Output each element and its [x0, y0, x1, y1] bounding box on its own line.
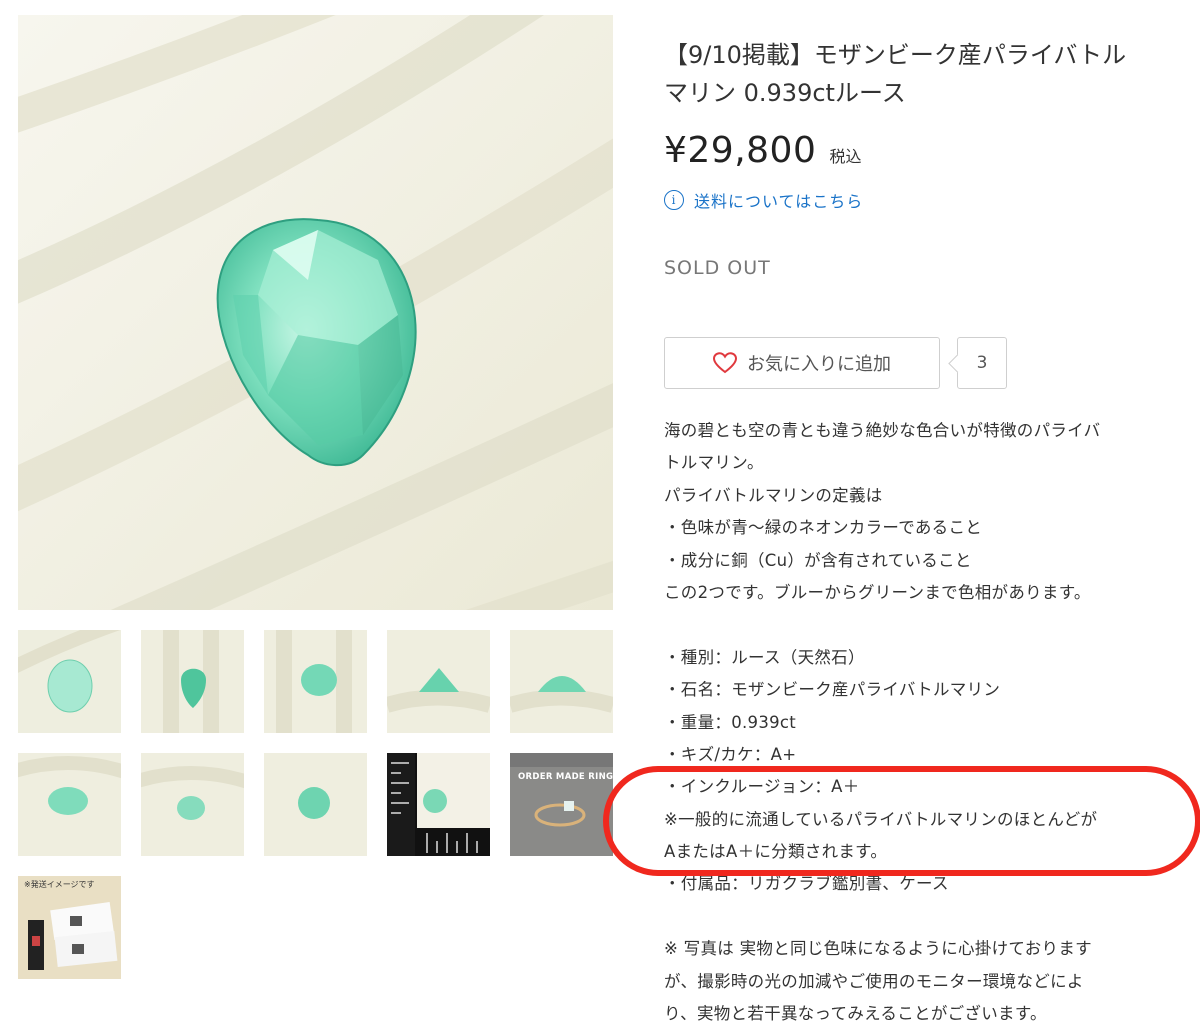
description-line: ・色味が青～緑のネオンカラーであること — [664, 518, 983, 538]
description-line: AまたはA＋に分類されます。 — [664, 842, 888, 862]
thumbnail-shipping[interactable]: ※発送イメージです — [18, 876, 121, 979]
description-line: ※一般的に流通しているパライバトルマリンのほとんどが — [664, 809, 1098, 829]
thumbnail-ring[interactable]: ORDER MADE RING — [510, 753, 613, 856]
description-line: り、実物と若干異なってみえることがございます。 — [664, 1004, 1047, 1024]
description-line: ・種別：ルース（天然石） — [664, 647, 865, 667]
thumbnail-7[interactable] — [141, 753, 244, 856]
thumbnail-2[interactable] — [141, 630, 244, 733]
shipping-link-text: 送料についてはこちら — [694, 192, 864, 211]
favorites-count-value: 3 — [976, 353, 988, 373]
description-line — [664, 901, 1184, 933]
info-icon: i — [664, 190, 684, 210]
product-description: 海の碧とも空の青とも違う絶妙な色合いが特徴のパライバ トルマリン。 パライバトル… — [664, 415, 1184, 1030]
thumbnail-8[interactable] — [264, 753, 367, 856]
thumbnail-4[interactable] — [387, 630, 490, 733]
sold-out-status: SOLD OUT — [664, 257, 771, 279]
product-price: ¥29,800 — [664, 130, 817, 171]
thumbnail-ring-caption: ORDER MADE RING — [518, 772, 613, 782]
add-to-favorites-label: お気に入りに追加 — [747, 354, 891, 375]
price-row: ¥29,800 税込 — [664, 130, 861, 171]
description-line: ・石名：モザンビーク産パライバトルマリン — [664, 680, 1001, 700]
description-line: この2つです。ブルーからグリーンまで色相があります。 — [664, 582, 1091, 602]
description-line: ・重量：0.939ct — [664, 712, 797, 732]
thumbnail-shipping-caption: ※発送イメージです — [24, 880, 95, 889]
thumbnail-scale[interactable] — [387, 753, 490, 856]
description-line: トルマリン。 — [664, 453, 764, 473]
description-line: ・キズ/カケ：A+ — [664, 744, 797, 764]
description-line: 海の碧とも空の青とも違う絶妙な色合いが特徴のパライバ — [664, 421, 1101, 440]
add-to-favorites-button[interactable]: お気に入りに追加 — [664, 337, 940, 389]
description-line: ・付属品：リガクラブ鑑別書、ケース — [664, 874, 949, 894]
description-line: ※ 写真は 実物と同じ色味になるように心掛けております — [664, 939, 1092, 959]
shipping-info-link[interactable]: i 送料についてはこちら — [664, 188, 863, 212]
description-line: ・成分に銅（Cu）が含有されていること — [664, 550, 972, 570]
main-product-image[interactable] — [18, 15, 613, 610]
heart-icon — [713, 352, 737, 374]
description-line: パライバトルマリンの定義は — [664, 485, 883, 505]
product-title: 【9/10掲載】モザンビーク産パライバトルマリン 0.939ctルース — [664, 41, 1127, 107]
thumbnail-3[interactable] — [264, 630, 367, 733]
thumbnail-1[interactable] — [18, 630, 121, 733]
thumbnail-5[interactable] — [510, 630, 613, 733]
favorites-count: 3 — [957, 337, 1007, 389]
thumbnail-6[interactable] — [18, 753, 121, 856]
tax-label: 税込 — [829, 147, 862, 166]
description-line — [664, 609, 1184, 641]
description-line: ・インクルージョン：A＋ — [664, 777, 860, 797]
description-line: が、撮影時の光の加減やご使用のモニター環境などによ — [664, 971, 1084, 991]
